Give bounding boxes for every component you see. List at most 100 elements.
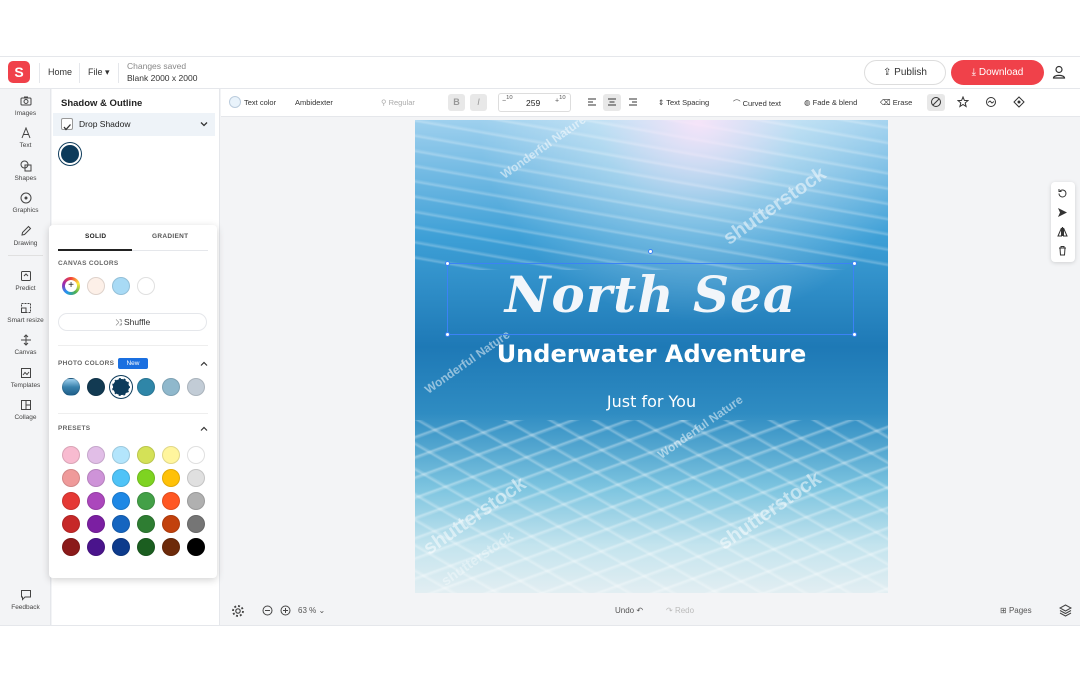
tab-gradient[interactable]: GRADIENT [152,233,188,240]
canvas-color-swatch[interactable] [137,277,155,295]
preset-color-swatch[interactable] [87,469,105,487]
preset-color-swatch[interactable] [137,538,155,556]
align-center-button[interactable] [603,94,621,111]
shadow-color-swatch[interactable] [59,143,81,165]
fade-blend-button[interactable]: ◍ Fade & blend [804,98,857,107]
preset-color-swatch[interactable] [162,446,180,464]
preset-color-swatch[interactable] [137,515,155,533]
rail-item-drawing[interactable]: Drawing [0,225,51,247]
shuffle-button[interactable]: ⤨ Shuffle [58,313,207,331]
rail-item-text[interactable]: Text [0,127,51,149]
preset-color-swatch[interactable] [162,469,180,487]
zoom-in-icon[interactable] [280,605,291,616]
chevron-down-icon[interactable] [199,119,209,129]
design-subtitle[interactable]: Underwater Adventure [415,340,888,368]
preset-color-swatch[interactable] [112,538,130,556]
preset-color-swatch[interactable] [137,446,155,464]
chevron-up-icon[interactable] [200,425,208,433]
animate-icon[interactable] [985,96,997,108]
increase-size-button[interactable]: +10 [555,95,566,104]
trash-icon[interactable] [1057,245,1068,256]
rail-item-predict[interactable]: Predict [0,270,51,292]
design-title[interactable]: North Sea [447,265,854,324]
rail-item-smart-resize[interactable]: Smart resize [0,302,51,324]
zoom-select[interactable]: 63 % ⌄ [298,606,325,615]
layers-icon[interactable] [1059,604,1072,617]
rail-item-shapes[interactable]: Shapes [0,160,51,182]
position-icon[interactable] [1013,96,1025,108]
rotate-icon[interactable] [1057,188,1068,199]
text-spacing-button[interactable]: ⇕ Text Spacing [658,98,709,107]
preset-color-swatch[interactable] [112,515,130,533]
rail-item-collage[interactable]: Collage [0,399,51,421]
redo-button[interactable]: ↷ Redo [666,606,694,615]
preset-color-swatch[interactable] [187,538,205,556]
font-family-select[interactable]: Ambidexter [295,98,333,107]
app-logo[interactable]: S [8,61,30,83]
preset-color-swatch[interactable] [62,515,80,533]
preset-color-swatch[interactable] [87,492,105,510]
flip-icon[interactable] [1057,226,1068,237]
photo-color-swatch[interactable] [62,378,80,396]
preset-color-swatch[interactable] [62,446,80,464]
preset-color-swatch[interactable] [62,538,80,556]
settings-gear-icon[interactable] [231,604,245,618]
undo-button[interactable]: Undo ↶ [615,606,643,615]
preset-color-swatch[interactable] [87,538,105,556]
preset-color-swatch[interactable] [87,446,105,464]
resize-handle[interactable] [852,332,857,337]
user-icon[interactable] [1052,65,1066,79]
effects-button[interactable] [927,94,945,111]
star-icon[interactable] [957,96,969,108]
rotate-handle[interactable] [648,249,653,254]
drop-shadow-row[interactable]: Drop Shadow [53,113,215,136]
photo-color-swatch[interactable] [137,378,155,396]
bold-button[interactable]: B [448,94,465,111]
preset-color-swatch[interactable] [162,538,180,556]
text-color-button[interactable]: Text color [244,98,276,107]
preset-color-swatch[interactable] [162,515,180,533]
text-color-swatch[interactable] [229,96,241,108]
preset-color-swatch[interactable] [137,492,155,510]
file-menu[interactable]: File ▾ [88,67,110,78]
preset-color-swatch[interactable] [137,469,155,487]
preset-color-swatch[interactable] [187,492,205,510]
align-right-icon[interactable] [627,96,639,108]
decrease-size-button[interactable]: −10 [502,95,513,104]
photo-color-swatch[interactable] [162,378,180,396]
zoom-out-icon[interactable] [262,605,273,616]
photo-color-swatch[interactable] [187,378,205,396]
erase-button[interactable]: ⌫ Erase [880,98,912,107]
send-icon[interactable] [1057,207,1068,218]
rail-item-canvas[interactable]: Canvas [0,334,51,356]
resize-handle[interactable] [445,332,450,337]
home-link[interactable]: Home [48,67,72,77]
preset-color-swatch[interactable] [112,469,130,487]
feedback-button[interactable]: Feedback [0,589,51,611]
align-left-icon[interactable] [586,96,598,108]
canvas-color-swatch[interactable] [87,277,105,295]
preset-color-swatch[interactable] [162,492,180,510]
preset-color-swatch[interactable] [112,492,130,510]
design-canvas[interactable]: Wonderful Nature shutterstock Wonderful … [415,120,888,593]
preset-color-swatch[interactable] [62,469,80,487]
chevron-up-icon[interactable] [200,360,208,368]
preset-color-swatch[interactable] [87,515,105,533]
font-size-input[interactable]: 259 [526,98,540,108]
curved-text-button[interactable]: ⌒ Curved text [733,98,781,109]
preset-color-swatch[interactable] [112,446,130,464]
canvas-color-swatch[interactable] [112,277,130,295]
rail-item-templates[interactable]: Templates [0,367,51,389]
pages-button[interactable]: ⊞ Pages [1000,606,1032,615]
preset-color-swatch[interactable] [187,446,205,464]
publish-button[interactable]: ⇪ Publish [864,60,946,85]
italic-button[interactable]: I [470,94,487,111]
add-color-button[interactable]: + [62,277,80,295]
font-weight-select[interactable]: ⚲ Regular [381,98,415,107]
preset-color-swatch[interactable] [187,515,205,533]
rail-item-images[interactable]: Images [0,95,51,117]
download-button[interactable]: ⤓ Download [951,60,1044,85]
rail-item-graphics[interactable]: Graphics [0,192,51,214]
preset-color-swatch[interactable] [187,469,205,487]
tab-solid[interactable]: SOLID [85,233,106,240]
